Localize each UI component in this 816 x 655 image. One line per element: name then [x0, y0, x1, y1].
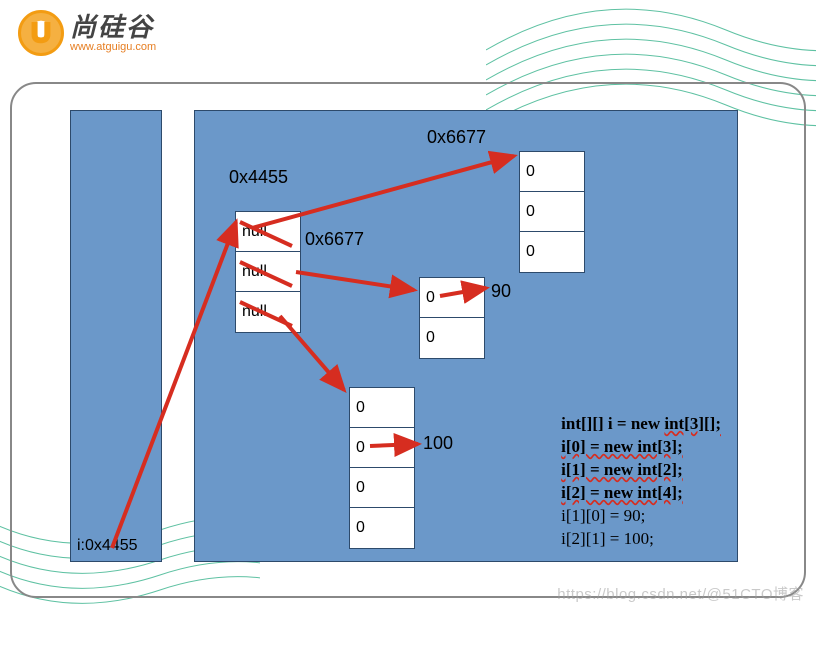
heap-box: 0x4455 0x6677 0x6677 null null null 0 0 …	[194, 110, 738, 562]
int3-cell-0: 0	[520, 152, 584, 192]
array-int2: 0 0	[419, 277, 485, 359]
int4-cell-2: 0	[350, 468, 414, 508]
code-line-2: i[0] = new int[3];	[561, 436, 721, 459]
int4-cell-1: 0	[350, 428, 414, 468]
address-outer-array: 0x4455	[229, 167, 288, 188]
stack-variable-label: i:0x4455	[77, 537, 138, 555]
outer-cell-0: null	[236, 212, 300, 252]
code-line-3: i[1] = new int[2];	[561, 459, 721, 482]
address-inner0-top: 0x6677	[427, 127, 486, 148]
watermark: https://blog.csdn.net/@51CTO博客	[557, 583, 804, 604]
int2-cell-1: 0	[420, 318, 484, 358]
int4-cell-3: 0	[350, 508, 414, 548]
value-100-label: 100	[423, 433, 453, 454]
outer-array-int3ref: null null null	[235, 211, 301, 333]
int2-cell-0: 0	[420, 278, 484, 318]
logo-url: www.atguigu.com	[70, 42, 156, 53]
value-90-label: 90	[491, 281, 511, 302]
code-block: int[][] i = new int[3][]; i[0] = new int…	[561, 413, 721, 551]
int3-cell-1: 0	[520, 192, 584, 232]
stack-box: i:0x4455	[70, 110, 162, 562]
code-line-5: i[1][0] = 90;	[561, 505, 721, 528]
logo-text-cn: 尚硅谷	[70, 14, 156, 40]
address-inner0-mid: 0x6677	[305, 229, 364, 250]
array-int3: 0 0 0	[519, 151, 585, 273]
array-int4: 0 0 0 0	[349, 387, 415, 549]
logo-badge: U	[18, 10, 64, 56]
code-line-1: int[][] i = new int[3][];	[561, 413, 721, 436]
int3-cell-2: 0	[520, 232, 584, 272]
code-line-4: i[2] = new int[4];	[561, 482, 721, 505]
int4-cell-0: 0	[350, 388, 414, 428]
outer-cell-2: null	[236, 292, 300, 332]
logo: U 尚硅谷 www.atguigu.com	[18, 10, 156, 56]
code-line-6: i[2][1] = 100;	[561, 528, 721, 551]
outer-cell-1: null	[236, 252, 300, 292]
